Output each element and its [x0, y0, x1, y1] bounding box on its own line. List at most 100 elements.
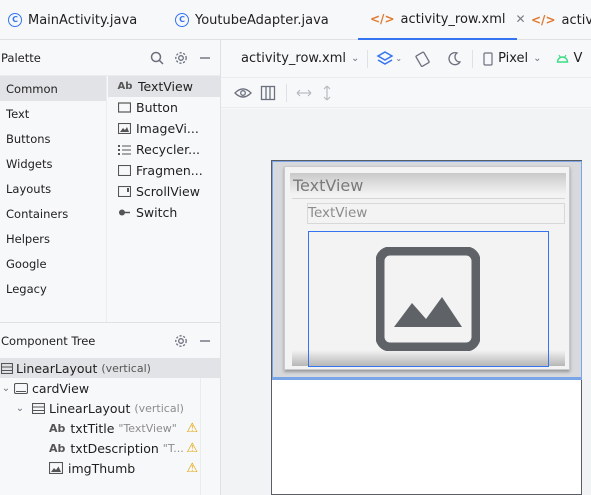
night-mode-icon[interactable] [446, 51, 462, 67]
palette-category-legacy[interactable]: Legacy [0, 276, 106, 301]
tab-label: activity_row.xml [400, 11, 506, 27]
tab-activity[interactable]: </> activity [531, 0, 591, 40]
tree-row-label: cardView [32, 380, 90, 396]
device-selector[interactable]: Pixel ⌄ [483, 51, 542, 66]
editor-tab-bar: C MainActivity.java C YoutubeAdapter.jav… [0, 0, 591, 40]
vertical-resize-icon [323, 85, 331, 100]
chevron-down-icon: ⌄ [350, 53, 360, 64]
toolbar-separator [286, 83, 287, 102]
palette-item-imageview[interactable]: ImageVi... [108, 118, 220, 139]
api-label: V [573, 51, 583, 66]
divider [292, 198, 565, 199]
component-tree: LinearLayout (vertical) ⌄ cardView ⌄ Lin… [0, 358, 220, 495]
palette-category-containers[interactable]: Containers [0, 201, 106, 226]
palette-item-fragment[interactable]: Fragmen... [108, 160, 220, 181]
tree-row-label: txtDescription [70, 440, 159, 456]
tree-row-hint: "TextView" [118, 421, 177, 435]
palette-item-label: Fragmen... [136, 163, 203, 178]
warning-icon[interactable]: ⚠ [186, 421, 198, 436]
tab-activity-row-xml[interactable]: </> activity_row.xml ✕ [358, 0, 526, 40]
chevron-down-icon[interactable]: ⌄ [14, 403, 26, 414]
palette-item-label: ImageVi... [136, 121, 199, 136]
textview-icon: Ab [117, 81, 133, 92]
tab-main-activity[interactable]: C MainActivity.java [8, 0, 137, 40]
palette-items: Ab TextView Button ImageVi... Recycler..… [108, 76, 220, 322]
eye-icon[interactable] [234, 86, 252, 100]
cardview-icon [14, 382, 28, 394]
horizontal-resize-icon [296, 89, 312, 96]
palette-category-text[interactable]: Text [0, 101, 106, 126]
palette-item-scrollview[interactable]: ScrollView [108, 181, 220, 202]
java-class-icon: C [175, 13, 189, 27]
tree-row-root-linearlayout[interactable]: LinearLayout (vertical) [0, 358, 220, 378]
imgthumb-preview[interactable] [308, 231, 549, 367]
palette-categories: Common Text Buttons Widgets Layouts Cont… [0, 76, 107, 322]
api-selector[interactable]: V [556, 51, 583, 66]
close-icon[interactable]: ✕ [515, 12, 525, 26]
palette-item-label: Switch [136, 205, 178, 220]
tab-label: activity [561, 12, 591, 28]
tree-row-txttitle[interactable]: Ab txtTitle "TextView" ⚠ [0, 418, 220, 438]
scroll-icon [117, 186, 131, 197]
panel-divider [200, 378, 201, 495]
switch-icon [117, 207, 131, 218]
tree-row-imgthumb[interactable]: imgThumb ⚠ [0, 458, 220, 478]
fragment-icon [117, 165, 131, 176]
textview-icon: Ab [49, 421, 66, 435]
component-tree-header: Component Tree [0, 322, 220, 358]
tab-label: YoutubeAdapter.java [195, 12, 329, 28]
palette-category-helpers[interactable]: Helpers [0, 226, 106, 251]
palette-item-button[interactable]: Button [108, 97, 220, 118]
blueprint-icon[interactable] [260, 85, 276, 101]
tree-row-hint: "T... [162, 441, 184, 455]
minimize-icon[interactable] [198, 334, 212, 348]
tab-label: MainActivity.java [28, 12, 138, 28]
palette-category-google[interactable]: Google [0, 251, 106, 276]
warning-icon[interactable]: ⚠ [186, 441, 198, 456]
palette-item-recyclerview[interactable]: Recycler... [108, 139, 220, 160]
tree-row-cardview[interactable]: ⌄ cardView [0, 378, 220, 398]
tree-row-label: imgThumb [68, 460, 136, 476]
palette-item-switch[interactable]: Switch [108, 202, 220, 223]
tree-row-label: txtTitle [70, 420, 115, 436]
android-icon [556, 54, 568, 63]
xml-icon: </> [370, 12, 395, 26]
txttitle-preview[interactable]: TextView [293, 176, 363, 195]
palette-category-widgets[interactable]: Widgets [0, 151, 106, 176]
tree-row-label: LinearLayout [49, 400, 131, 416]
orientation-icon[interactable] [414, 50, 432, 68]
gear-icon[interactable] [174, 334, 188, 348]
linearlayout-icon [32, 402, 45, 414]
txtdescription-preview[interactable]: TextView [308, 205, 367, 221]
palette-item-textview[interactable]: Ab TextView [108, 76, 220, 97]
layers-icon[interactable] [376, 50, 394, 68]
file-selector[interactable]: activity_row.xml ⌄ [241, 51, 359, 66]
tree-row-label: LinearLayout [16, 360, 98, 376]
textview-icon: Ab [49, 441, 66, 455]
toolbar-separator [367, 49, 369, 68]
list-icon [117, 144, 131, 155]
palette-header: Palette [0, 40, 220, 76]
toolbar-separator [472, 49, 474, 68]
chevron-down-icon[interactable]: ⌄ [0, 383, 12, 394]
linearlayout-icon [1, 362, 13, 374]
tree-row-txtdescription[interactable]: Ab txtDescription "T... ⚠ [0, 438, 220, 458]
palette-item-label: TextView [138, 79, 193, 94]
palette-item-label: Recycler... [136, 142, 201, 157]
image-placeholder-icon [376, 247, 480, 351]
palette-category-layouts[interactable]: Layouts [0, 176, 106, 201]
minimize-icon[interactable] [198, 51, 212, 65]
xml-icon: </> [531, 13, 556, 27]
gear-icon[interactable] [174, 51, 188, 65]
palette-category-buttons[interactable]: Buttons [0, 126, 106, 151]
image-icon [49, 462, 63, 474]
tab-youtube-adapter[interactable]: C YoutubeAdapter.java [175, 0, 329, 40]
tree-row-hint: (vertical) [101, 361, 151, 375]
design-toolbar-secondary [221, 78, 591, 108]
chevron-down-icon: ⌄ [395, 54, 403, 63]
search-icon[interactable] [150, 51, 164, 65]
palette-category-common[interactable]: Common [0, 76, 106, 101]
chevron-down-icon: ⌄ [533, 53, 542, 64]
warning-icon[interactable]: ⚠ [186, 461, 198, 476]
tree-row-inner-linearlayout[interactable]: ⌄ LinearLayout (vertical) [0, 398, 220, 418]
